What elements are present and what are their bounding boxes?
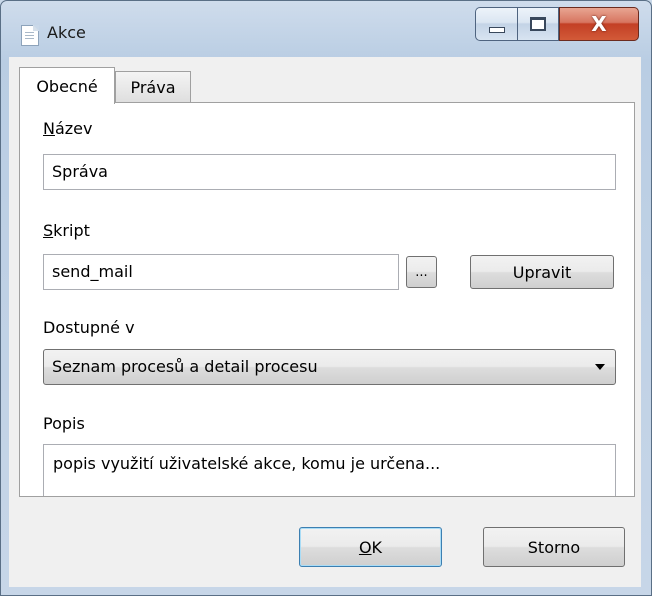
cancel-button[interactable]: Storno [483, 527, 625, 567]
window-title: Akce [47, 23, 86, 42]
skript-label-mnemonic: S [43, 221, 54, 240]
skript-label: Skript [43, 221, 90, 240]
tab-obecne[interactable]: Obecné [19, 67, 115, 104]
tab-prava[interactable]: Práva [115, 71, 191, 103]
ok-mnemonic: O [358, 537, 372, 557]
tab-strip: Obecné Práva [19, 67, 639, 104]
chevron-down-icon [595, 364, 605, 370]
nazev-label-rest: ázev [54, 119, 93, 138]
popis-textarea[interactable]: popis využití uživatelské akce, komu je … [43, 444, 616, 496]
maximize-button[interactable] [517, 7, 559, 41]
close-button[interactable]: X [559, 7, 639, 41]
tab-panel-obecne: Název Správa Skript send_mail ... Upravi… [19, 102, 635, 497]
ok-label-rest: K [371, 537, 383, 557]
title-bar[interactable]: Akce X [1, 1, 651, 57]
dostupne-selected-value: Seznam procesů a detail procesu [52, 357, 318, 376]
dostupne-select[interactable]: Seznam procesů a detail procesu [43, 349, 616, 385]
nazev-label: Název [43, 119, 92, 138]
minimize-icon [488, 27, 505, 33]
ok-button[interactable]: OK [299, 527, 442, 567]
browse-script-button[interactable]: ... [406, 256, 437, 288]
edit-script-button[interactable]: Upravit [470, 255, 614, 289]
nazev-label-mnemonic: N [43, 119, 55, 138]
close-icon: X [591, 12, 607, 36]
popis-label: Popis [43, 414, 85, 433]
dialog-window: Akce X Obecné Práva Název Správa Skript … [0, 0, 652, 596]
document-icon [21, 25, 39, 46]
skript-label-rest: kript [53, 221, 90, 240]
caption-buttons: X [475, 7, 639, 41]
nazev-input[interactable]: Správa [43, 154, 616, 190]
dostupne-label: Dostupné v [43, 318, 135, 337]
dialog-client-area: Obecné Práva Název Správa Skript send_ma… [9, 57, 641, 587]
minimize-button[interactable] [475, 7, 517, 41]
maximize-icon [530, 17, 546, 31]
skript-input[interactable]: send_mail [43, 254, 399, 290]
